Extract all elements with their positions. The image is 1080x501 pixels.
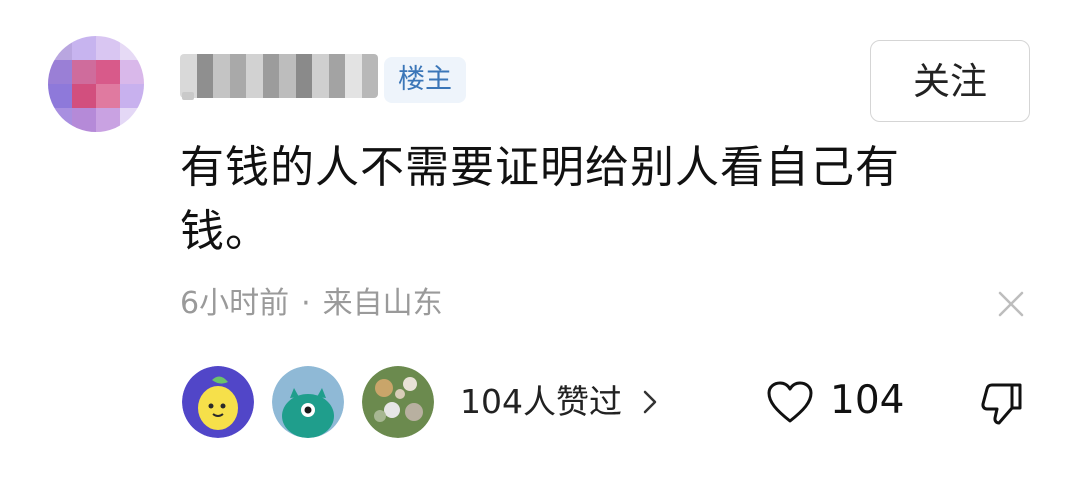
op-badge: 楼主 bbox=[384, 57, 466, 103]
like-count: 104 bbox=[830, 378, 905, 423]
liker-avatar-photo[interactable] bbox=[362, 366, 434, 438]
follow-button[interactable]: 关注 bbox=[870, 40, 1030, 122]
comment-meta: 6小时前 · 来自山东 bbox=[180, 284, 443, 324]
comment-location: 来自山东 bbox=[322, 286, 443, 321]
username-redacted-fragment bbox=[182, 92, 194, 100]
close-icon[interactable] bbox=[994, 287, 1028, 321]
avatar[interactable] bbox=[48, 36, 144, 132]
liker-avatar-lemon[interactable] bbox=[182, 366, 254, 438]
comment-text: 有钱的人不需要证明给别人看自己有钱。 bbox=[180, 142, 900, 257]
chevron-right-icon[interactable] bbox=[642, 389, 658, 415]
comment-card: 楼主 关注 有钱的人不需要证明给别人看自己有钱。 6小时前 · 来自山东 104人赞… bbox=[0, 0, 1080, 501]
thumb-down-icon[interactable] bbox=[978, 380, 1026, 428]
heart-icon[interactable] bbox=[766, 380, 814, 424]
comment-time: 6小时前 bbox=[180, 286, 290, 321]
username-redacted bbox=[180, 54, 378, 98]
meta-separator: · bbox=[301, 286, 311, 321]
liker-avatar-monster[interactable] bbox=[272, 366, 344, 438]
likes-summary[interactable]: 104人赞过 bbox=[460, 380, 622, 424]
